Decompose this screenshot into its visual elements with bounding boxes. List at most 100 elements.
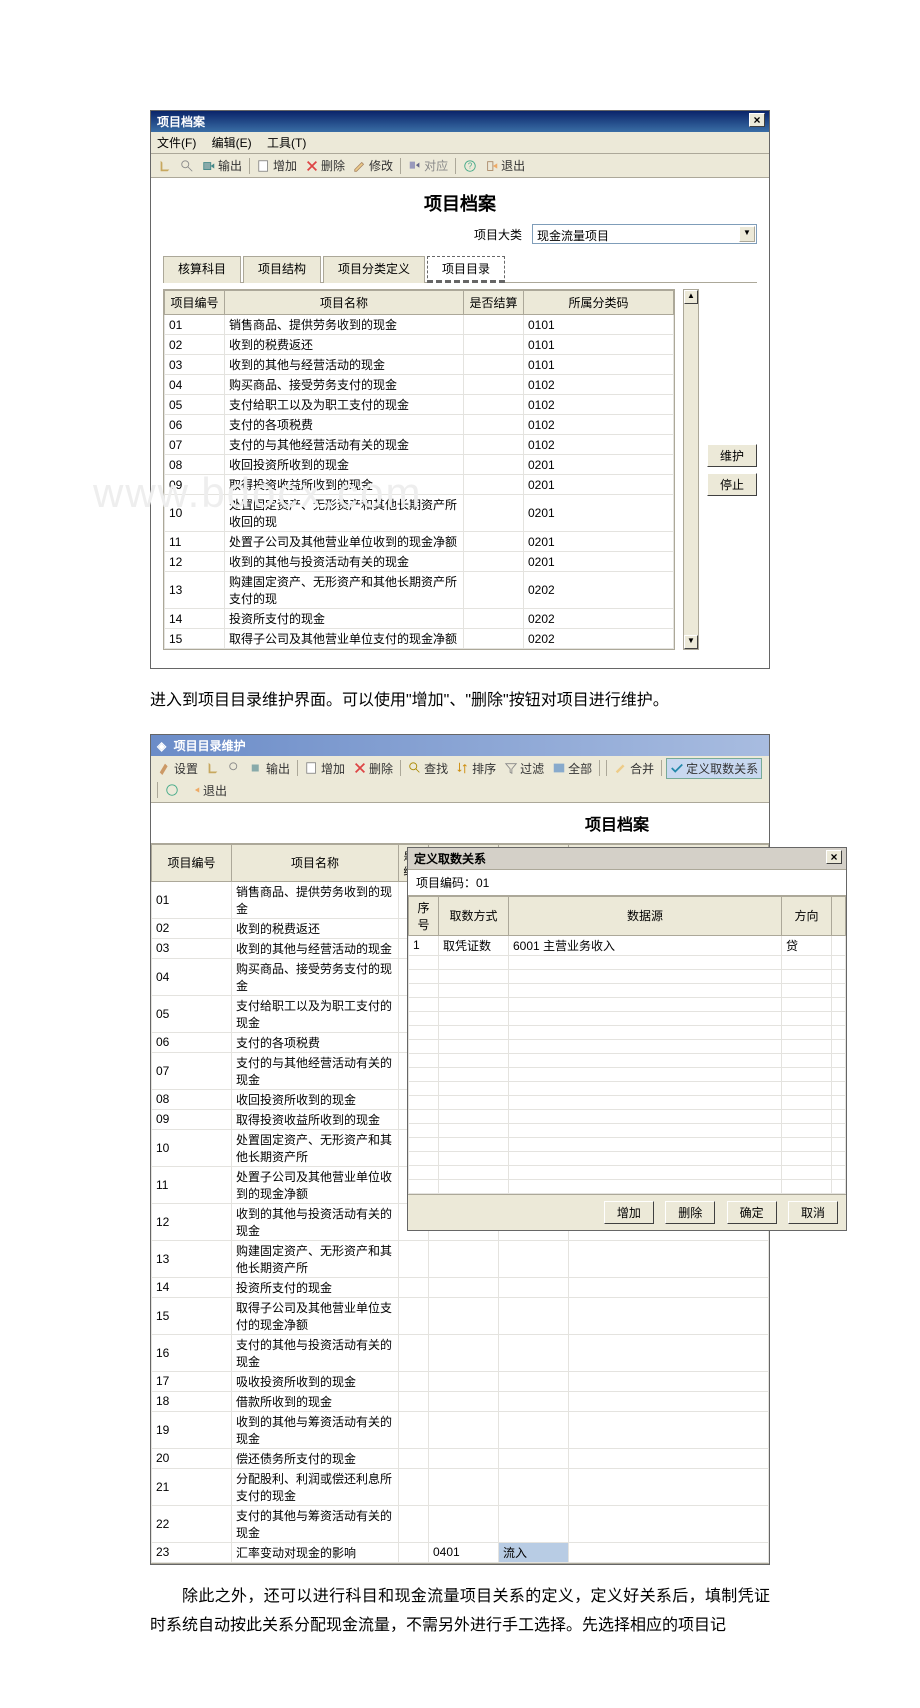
define-relation-button[interactable]: 定义取数关系 [666, 758, 762, 779]
table-row[interactable] [409, 1011, 846, 1025]
zoom-icon[interactable] [177, 158, 197, 174]
dialog-cancel-button[interactable]: 取消 [788, 1201, 838, 1224]
table-row[interactable] [409, 1053, 846, 1067]
table-row[interactable]: 12收到的其他与投资活动有关的现金0201 [165, 552, 674, 572]
tab-category-def[interactable]: 项目分类定义 [323, 256, 425, 283]
table-row[interactable] [409, 1095, 846, 1109]
table-row[interactable] [409, 1025, 846, 1039]
merge-button[interactable]: 合并 [611, 759, 657, 778]
menu-tool[interactable]: 工具(T) [267, 136, 306, 150]
table-row[interactable]: 22支付的其他与筹资活动有关的现金 [152, 1505, 769, 1542]
table-row[interactable]: 07支付的与其他经营活动有关的现金0102 [165, 435, 674, 455]
map-button[interactable]: 对应 [405, 156, 451, 175]
table-row[interactable]: 06支付的各项税费0102 [165, 415, 674, 435]
table-row[interactable] [409, 1151, 846, 1165]
dialog-close-icon[interactable]: × [826, 850, 842, 864]
scroll-up-icon[interactable]: ▲ [684, 290, 698, 304]
maintain-button[interactable]: 维护 [707, 444, 757, 467]
export-button[interactable]: 输出 [199, 156, 245, 175]
table-row[interactable]: 14投资所支付的现金0202 [165, 609, 674, 629]
add-button-2[interactable]: 增加 [302, 759, 348, 778]
table-row[interactable]: 19收到的其他与筹资活动有关的现金 [152, 1411, 769, 1448]
table-row[interactable] [409, 1123, 846, 1137]
table-row[interactable]: 18借款所收到的现金 [152, 1391, 769, 1411]
close-icon[interactable]: × [749, 113, 765, 127]
modify-button[interactable]: 修改 [350, 156, 396, 175]
table-row[interactable] [409, 1067, 846, 1081]
table-row[interactable]: 20偿还债务所支付的现金 [152, 1448, 769, 1468]
table-row[interactable]: 02收到的税费返还0101 [165, 335, 674, 355]
add-button[interactable]: 增加 [254, 156, 300, 175]
col2-code[interactable]: 项目编号 [152, 844, 232, 881]
table-row[interactable]: 09取得投资收益所收到的现金0201 [165, 475, 674, 495]
table-row[interactable] [409, 1039, 846, 1053]
menu-edit[interactable]: 编辑(E) [212, 136, 252, 150]
table-row[interactable]: 03收到的其他与经营活动的现金0101 [165, 355, 674, 375]
dialog-add-button[interactable]: 增加 [604, 1201, 654, 1224]
table-row[interactable]: 15取得子公司及其他营业单位支付的现金净额 [152, 1297, 769, 1334]
toolbar: 输出 增加 删除 修改 对应 ? 退出 [151, 154, 769, 178]
col-cat[interactable]: 所属分类码 [524, 291, 674, 315]
pcol-method[interactable]: 取数方式 [439, 896, 509, 935]
zoom-icon-2[interactable] [225, 760, 245, 776]
table-row[interactable] [409, 1137, 846, 1151]
table-row[interactable]: 04购买商品、接受劳务支付的现金0102 [165, 375, 674, 395]
table-row[interactable]: 13购建固定资产、无形资产和其他长期资产所 [152, 1240, 769, 1277]
table-row[interactable]: 16支付的其他与投资活动有关的现金 [152, 1334, 769, 1371]
stop-button[interactable]: 停止 [707, 473, 757, 496]
scroll-down-icon[interactable]: ▼ [684, 635, 698, 649]
table-row[interactable]: 15取得子公司及其他营业单位支付的现金净额0202 [165, 629, 674, 649]
menu-file[interactable]: 文件(F) [157, 136, 196, 150]
col-name[interactable]: 项目名称 [225, 291, 464, 315]
table-row[interactable]: 23汇率变动对现金的影响0401流入 [152, 1542, 769, 1562]
filter-button[interactable]: 过滤 [501, 759, 547, 778]
col-settle[interactable]: 是否结算 [464, 291, 524, 315]
table-row[interactable]: 05支付给职工以及为职工支付的现金0102 [165, 395, 674, 415]
table-row[interactable]: 11处置子公司及其他营业单位收到的现金净额0201 [165, 532, 674, 552]
exit-button[interactable]: 退出 [482, 156, 528, 175]
col-code[interactable]: 项目编号 [165, 291, 225, 315]
table-row[interactable] [409, 955, 846, 969]
pcol-source[interactable]: 数据源 [509, 896, 782, 935]
dialog-ok-button[interactable]: 确定 [727, 1201, 777, 1224]
table-row[interactable] [409, 1179, 846, 1193]
tab-account[interactable]: 核算科目 [163, 256, 241, 283]
window-title: 项目档案 [157, 115, 205, 129]
table-row[interactable]: 21分配股利、利润或偿还利息所支付的现金 [152, 1468, 769, 1505]
pcol-seq[interactable]: 序号 [409, 896, 439, 935]
table-row[interactable]: 10处置固定资产、无形资产和其他长期资产所收回的现0201 [165, 495, 674, 532]
scrollbar[interactable]: ▲ ▼ [683, 289, 699, 650]
table-row[interactable] [409, 983, 846, 997]
help-icon[interactable]: ? [460, 158, 480, 174]
all-button[interactable]: 全部 [549, 759, 595, 778]
table-row[interactable] [409, 1081, 846, 1095]
table-row[interactable]: 01销售商品、提供劳务收到的现金0101 [165, 315, 674, 335]
col2-name[interactable]: 项目名称 [232, 844, 399, 881]
tab-project-list[interactable]: 项目目录 [427, 256, 505, 283]
chevron-down-icon[interactable]: ▼ [739, 226, 755, 242]
table-row[interactable]: 13购建固定资产、无形资产和其他长期资产所支付的现0202 [165, 572, 674, 609]
table-row[interactable]: 14投资所支付的现金 [152, 1277, 769, 1297]
nav-icon[interactable] [203, 760, 223, 776]
help-icon-2[interactable] [162, 782, 182, 798]
table-row[interactable] [409, 997, 846, 1011]
category-combo[interactable]: 现金流量项目 ▼ [532, 224, 757, 244]
table-row[interactable] [409, 1165, 846, 1179]
settings-button[interactable]: 设置 [155, 759, 201, 778]
pcol-dir[interactable]: 方向 [782, 896, 832, 935]
delete-button[interactable]: 删除 [302, 156, 348, 175]
sort-button[interactable]: 排序 [453, 759, 499, 778]
table-row[interactable] [409, 969, 846, 983]
nav-prev-icon[interactable] [155, 158, 175, 174]
delete-button-2[interactable]: 删除 [350, 759, 396, 778]
table-row[interactable]: 08收回投资所收到的现金0201 [165, 455, 674, 475]
exit-button-2[interactable]: 退出 [184, 781, 230, 800]
separator [455, 158, 456, 174]
dialog-delete-button[interactable]: 删除 [665, 1201, 715, 1224]
table-row[interactable]: 17吸收投资所收到的现金 [152, 1371, 769, 1391]
table-row[interactable]: 1取凭证数6001 主营业务收入贷 [409, 935, 846, 955]
export-button-2[interactable]: 输出 [247, 759, 293, 778]
find-button[interactable]: 查找 [405, 759, 451, 778]
tab-structure[interactable]: 项目结构 [243, 256, 321, 283]
table-row[interactable] [409, 1109, 846, 1123]
